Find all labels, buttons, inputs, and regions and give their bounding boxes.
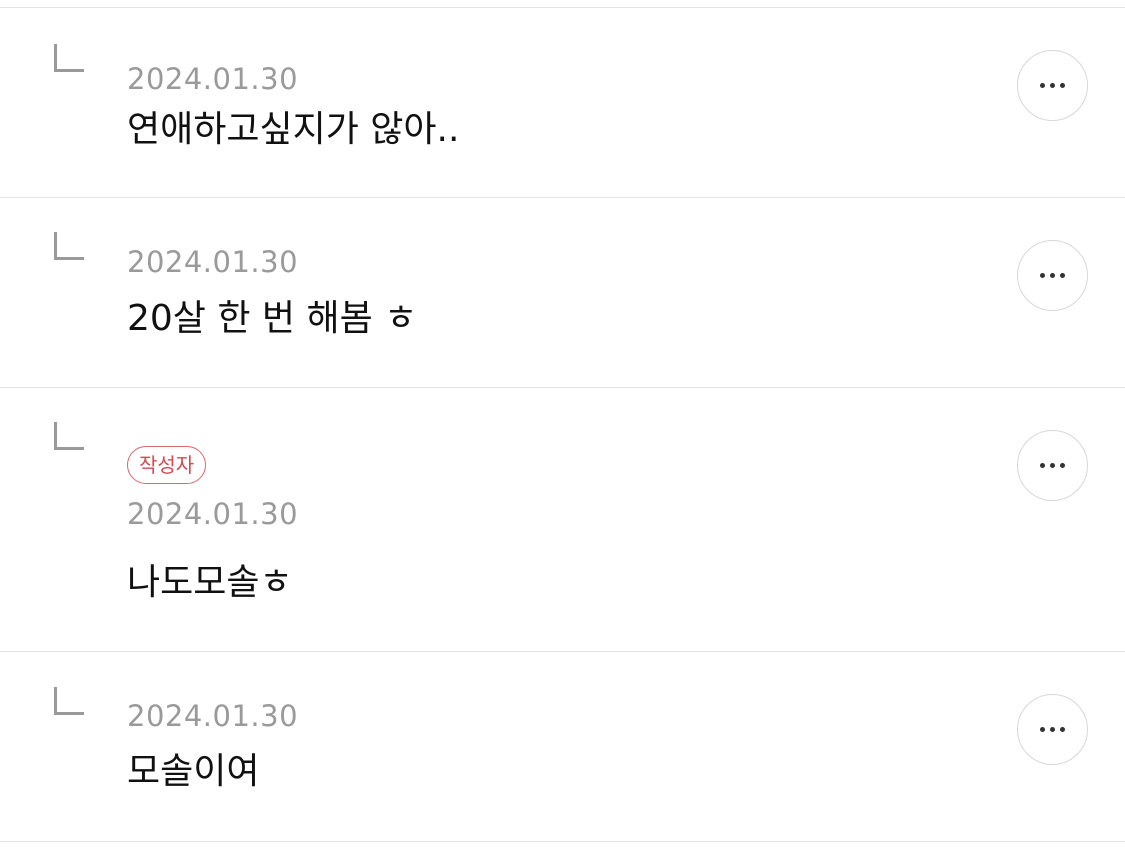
reply-text: 모솔이여 — [127, 751, 260, 792]
reply-item: 2024.01.30 20살 한 번 해봄 ㅎ — [0, 198, 1125, 388]
more-options-button[interactable] — [1017, 430, 1088, 501]
reply-text: 나도모솔ㅎ — [127, 562, 293, 603]
reply-arrow-icon — [54, 44, 84, 72]
reply-date: 2024.01.30 — [127, 245, 299, 279]
more-options-button[interactable] — [1017, 694, 1088, 765]
more-horizontal-icon — [1040, 463, 1065, 468]
more-horizontal-icon — [1040, 83, 1065, 88]
more-options-button[interactable] — [1017, 50, 1088, 121]
reply-text: 20살 한 번 해봄 ㅎ — [127, 298, 418, 339]
reply-arrow-icon — [54, 232, 84, 260]
author-badge: 작성자 — [127, 446, 207, 484]
reply-arrow-icon — [54, 422, 84, 450]
reply-text: 연애하고싶지가 않아.. — [127, 109, 460, 150]
more-horizontal-icon — [1040, 727, 1065, 732]
more-options-button[interactable] — [1017, 240, 1088, 311]
reply-date: 2024.01.30 — [127, 699, 299, 733]
reply-item: 2024.01.30 모솔이여 — [0, 652, 1125, 842]
more-horizontal-icon — [1040, 273, 1065, 278]
reply-item: 작성자 2024.01.30 나도모솔ㅎ — [0, 388, 1125, 652]
reply-date: 2024.01.30 — [127, 62, 299, 96]
reply-date: 2024.01.30 — [127, 497, 299, 531]
reply-arrow-icon — [54, 687, 84, 715]
reply-item: 2024.01.30 연애하고싶지가 않아.. — [0, 8, 1125, 198]
